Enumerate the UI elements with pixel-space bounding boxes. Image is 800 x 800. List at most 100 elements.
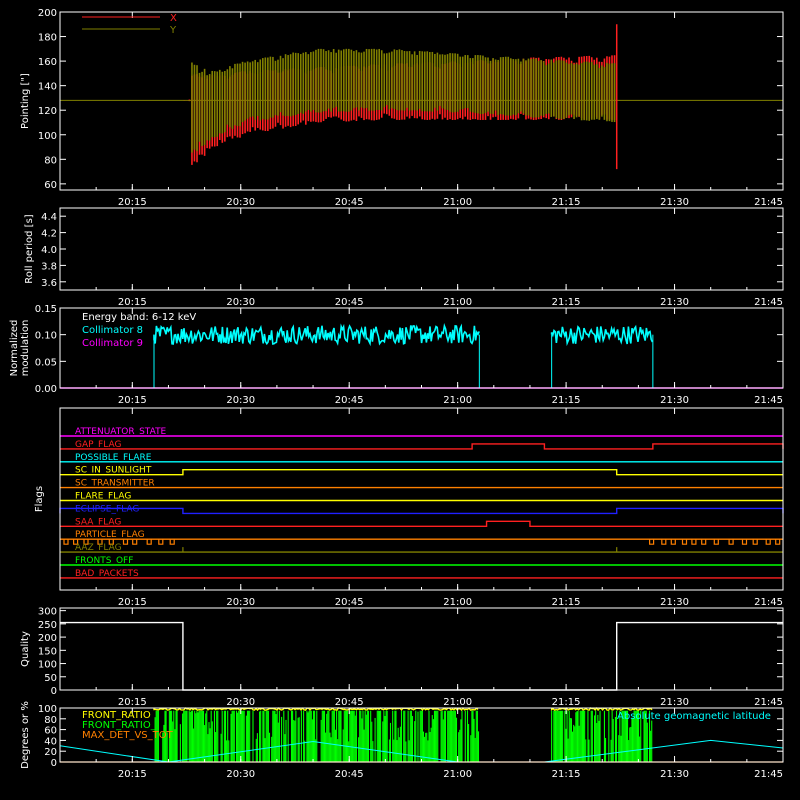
- flags-x-tick-label: 21:30: [660, 597, 689, 608]
- ratios-y-tick-label: 80: [44, 715, 57, 726]
- flags-x-tick-label: 20:45: [335, 597, 364, 608]
- flag-label-flare-flag: FLARE_FLAG: [75, 492, 131, 502]
- quality-x-tick-label: 21:00: [443, 697, 472, 708]
- flag-label-sc-in-sunlight: SC_IN_SUNLIGHT: [75, 466, 152, 476]
- roll-plot-frame: [59, 207, 784, 291]
- flag-line-saa-flag: [60, 520, 783, 527]
- pointing-y-tick-label: 60: [44, 180, 57, 191]
- flags-x-tick-label: 21:00: [443, 597, 472, 608]
- modulation-y-axis-title: Normalized: [9, 320, 20, 377]
- roll-x-tick-label: 20:45: [335, 297, 364, 308]
- modulation-x-tick-label: 20:15: [118, 395, 147, 406]
- pointing-x-tick-label: 20:15: [118, 197, 147, 208]
- roll-y-tick-label: 4.2: [41, 229, 57, 240]
- modulation-y-tick-label: 0.05: [35, 357, 57, 368]
- roll-x-axis: 20:15 20:30 20:45 21:00 21:15 21:30 21:45: [95, 208, 784, 308]
- flag-line-gap-flag: [60, 443, 784, 450]
- quality-x-tick-label: 21:45: [754, 697, 783, 708]
- quality-x-tick-label: 21:30: [660, 697, 689, 708]
- roll-y-tick-label: 3.8: [41, 261, 57, 272]
- modulation-y-tick-label: 0.00: [35, 384, 57, 395]
- geomagnetic-latitude-annotation: Absolute geomagnetic latitude: [617, 711, 771, 722]
- modulation-x-tick-label: 21:30: [660, 395, 689, 406]
- flag-label-fronts-off: FRONTS_OFF: [75, 556, 133, 566]
- flag-label-attenuator-state: ATTENUATOR_STATE: [75, 427, 167, 437]
- flag-label-aaz-flag: AAZ_FLAG: [75, 543, 122, 553]
- modulation-y-tick-label: 0.15: [35, 304, 57, 315]
- pointing-x-tick-label: 20:45: [335, 197, 364, 208]
- modulation-y-axis-title: modulation: [20, 320, 31, 377]
- quality-y-tick-label: 100: [38, 660, 57, 671]
- ratios-x-tick-label: 20:45: [335, 769, 364, 780]
- quality-y-axis: 0 50 100 150 200 250 300: [38, 607, 783, 697]
- spacecraft-status-figure: 20:15 20:30 20:45 21:00 21:15 21:30 21:4560801…: [9, 8, 784, 780]
- flags-x-tick-label: 20:30: [226, 597, 255, 608]
- collimator-8-path: [550, 324, 654, 347]
- quality-trace: [60, 621, 783, 691]
- pointing-y-tick-label: 160: [38, 57, 57, 68]
- roll-x-tick-label: 21:00: [443, 297, 472, 308]
- flag-label-bad-packets: BAD_PACKETS: [75, 569, 139, 579]
- pointing-legend: XY: [82, 13, 177, 36]
- pointing-x-tick-label: 21:00: [443, 197, 472, 208]
- quality-x-tick-label: 20:45: [335, 697, 364, 708]
- ratios-y-axis-title: Degrees or %: [20, 701, 31, 769]
- quality-plot-frame: [59, 607, 784, 691]
- pointing-y-tick-label: 180: [38, 33, 57, 44]
- ratios-y-tick-label: 40: [44, 736, 57, 747]
- flag-line-sc-in-sunlight: [60, 469, 783, 476]
- pointing-y-tick-label: 140: [38, 82, 57, 93]
- modulation-x-tick-label: 21:15: [552, 395, 581, 406]
- modulation-y-tick-label: 0.10: [35, 331, 57, 342]
- flags-x-tick-label: 21:15: [552, 597, 581, 608]
- pointing-x-tick-label: 20:30: [226, 197, 255, 208]
- flag-label-saa-flag: SAA_FLAG: [75, 517, 121, 527]
- legend-label-y: Y: [169, 25, 177, 36]
- collimator-8-path: [153, 323, 480, 347]
- flags-y-axis-title: Flags: [34, 486, 45, 512]
- ratios-y-tick-label: 100: [38, 704, 57, 715]
- quality-y-tick-label: 150: [38, 646, 57, 657]
- pointing-y-tick-label: 120: [38, 106, 57, 117]
- series-collimator-8-trace: [153, 323, 654, 388]
- ratios-x-tick-label: 21:00: [443, 769, 472, 780]
- pointing-x-tick-label: 21:30: [660, 197, 689, 208]
- ratios-x-tick-label: 20:30: [226, 769, 255, 780]
- modulation-x-tick-label: 20:45: [335, 395, 364, 406]
- modulation-x-axis: 20:15 20:30 20:45 21:00 21:15 21:30 21:45: [95, 308, 784, 406]
- quality-x-tick-label: 20:30: [226, 697, 255, 708]
- quality-y-tick-label: 0: [51, 686, 57, 697]
- modulation-energy-band-annotation: Energy band: 6-12 keV: [82, 312, 196, 323]
- particle-flag-pulses: [63, 539, 781, 545]
- flag-label-eclipse-flag: ECLIPSE_FLAG: [75, 504, 139, 514]
- legend-label-collimator-9: Collimator 9: [82, 338, 143, 349]
- modulation-x-tick-label: 21:45: [754, 395, 783, 406]
- quality-x-tick-label: 20:15: [118, 697, 147, 708]
- flag-label-possible-flare: POSSIBLE_FLARE: [75, 453, 152, 463]
- flags-traces: ATTENUATOR_STATE GAP_FLAG POSSIBLE_FLARE SC…: [59, 427, 784, 579]
- flags-x-tick-label: 20:15: [118, 597, 147, 608]
- ratios-x-tick-label: 21:30: [660, 769, 689, 780]
- quality-x-tick-label: 21:15: [552, 697, 581, 708]
- pointing-x-tick-label: 21:45: [754, 197, 783, 208]
- quality-y-axis-title: Quality: [20, 631, 31, 667]
- quality-y-tick-label: 300: [38, 607, 57, 618]
- ratios-y-tick-label: 20: [44, 747, 57, 758]
- pointing-y-tick-label: 100: [38, 131, 57, 142]
- modulation-x-tick-label: 20:30: [226, 395, 255, 406]
- flag-line-eclipse-flag: [59, 507, 784, 515]
- legend-label-collimator-8: Collimator 8: [82, 325, 143, 336]
- flag-label-particle-flag: PARTICLE_FLAG: [75, 530, 145, 540]
- flag-label-gap-flag: GAP_FLAG: [75, 440, 121, 450]
- ratios-y-tick-label: 60: [44, 726, 57, 737]
- ratios-x-tick-label: 21:45: [754, 769, 783, 780]
- flag-label-sc-transmitter: SC_TRANSMITTER: [75, 479, 155, 489]
- roll-y-tick-label: 3.6: [41, 278, 57, 289]
- pointing-y-axis-title: Pointing ["]: [20, 73, 31, 129]
- roll-y-tick-label: 4.4: [41, 212, 57, 223]
- ratios-x-tick-label: 21:15: [552, 769, 581, 780]
- roll-x-tick-label: 20:15: [118, 297, 147, 308]
- ratios-y-tick-label: 0: [51, 758, 57, 769]
- modulation-x-tick-label: 21:00: [443, 395, 472, 406]
- legend-label-max-det-vs-tot: MAX_DET_VS_TOT: [82, 730, 174, 741]
